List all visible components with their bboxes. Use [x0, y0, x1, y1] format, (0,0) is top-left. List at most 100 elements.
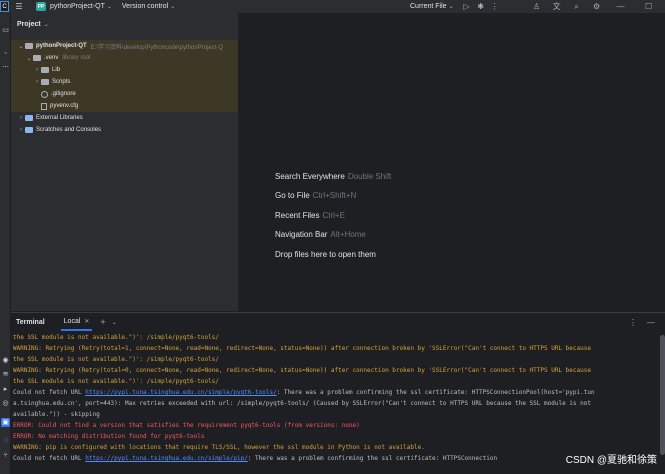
- settings-gear-icon[interactable]: ⚙: [590, 2, 604, 11]
- hint-label: Drop files here to open them: [275, 250, 376, 259]
- terminal-line: WARNING: pip is configured with location…: [13, 444, 425, 451]
- terminal-output[interactable]: the SSL module is not available.")': /si…: [13, 332, 659, 474]
- project-switcher[interactable]: pythonProject-QT: [50, 3, 105, 10]
- more-options-icon[interactable]: ⋮: [629, 318, 637, 327]
- tree-item-scripts[interactable]: › Scripts: [11, 76, 238, 88]
- minimize-icon[interactable]: —: [614, 2, 628, 11]
- search-icon[interactable]: ⌕: [570, 2, 584, 12]
- terminal-line: ERROR: Could not find a version that sat…: [13, 422, 360, 429]
- folder-icon: [33, 55, 41, 61]
- translate-icon[interactable]: 文: [550, 1, 564, 12]
- terminal-text: : There was a problem confirming the ssl…: [247, 455, 498, 462]
- hint-label: Recent Files: [275, 211, 320, 220]
- problems-icon[interactable]: ◎: [1, 399, 10, 408]
- vcs-widget[interactable]: Version control: [122, 3, 168, 10]
- tree-item-external-libraries[interactable]: › External Libraries: [11, 112, 238, 124]
- terminal-line: the SSL module is not available.")': /si…: [13, 356, 219, 363]
- git-icon[interactable]: ⑂: [1, 451, 10, 460]
- chevron-down-icon[interactable]: ⌄: [17, 43, 25, 50]
- folder-icon: [25, 43, 33, 49]
- more-icon[interactable]: ⋯: [1, 63, 10, 72]
- run-icon[interactable]: ▷: [460, 2, 474, 11]
- tree-item-pyvenv[interactable]: pyvenv.cfg: [11, 100, 238, 112]
- hint-go-to-file[interactable]: Go to File Ctrl+Shift+N: [275, 191, 356, 200]
- tree-item-project-root[interactable]: ⌄ pythonProject-QT E:\学习资料\develop\Pytho…: [11, 40, 238, 52]
- hint-drop-files: Drop files here to open them: [275, 250, 376, 259]
- tree-item-scratches[interactable]: › Scratches and Consoles: [11, 124, 238, 136]
- close-icon[interactable]: ✕: [84, 319, 89, 325]
- debug-icon[interactable]: ✱: [474, 2, 488, 11]
- chevron-down-icon[interactable]: ⌄: [112, 319, 117, 326]
- services-icon[interactable]: ◌: [1, 436, 10, 445]
- project-header[interactable]: Project ⌄: [11, 13, 238, 36]
- terminal-line: the SSL module is not available.")': /si…: [13, 334, 219, 341]
- library-icon: [25, 115, 33, 121]
- folder-icon: [41, 67, 49, 73]
- hint-recent-files[interactable]: Recent Files Ctrl+E: [275, 211, 345, 220]
- tree-item-note: library root: [62, 55, 91, 61]
- chevron-right-icon[interactable]: ›: [17, 115, 25, 121]
- hint-search-everywhere[interactable]: Search Everywhere Double Shift: [275, 172, 391, 181]
- terminal-title: Terminal: [16, 318, 45, 326]
- add-tab-icon[interactable]: +: [100, 317, 105, 327]
- tree-item-path: E:\学习资料\develop\Pythoncode\pythonProject…: [90, 44, 224, 51]
- run-config-selector[interactable]: Current File: [410, 3, 447, 10]
- watermark: CSDN @夏驰和徐策: [565, 455, 657, 466]
- editor-empty-state: Search Everywhere Double Shift Go to File…: [239, 13, 665, 311]
- tree-item-venv[interactable]: ⌄ .venv library root: [11, 52, 238, 64]
- chevron-down-icon[interactable]: ⌄: [44, 21, 49, 28]
- add-user-icon[interactable]: ♙: [530, 2, 544, 11]
- project-panel-title: Project: [17, 21, 41, 28]
- tree-item-label: pythonProject-QT: [36, 43, 87, 49]
- tree-item-label: Lib: [52, 67, 61, 73]
- maximize-icon[interactable]: ☐: [642, 2, 656, 11]
- chevron-down-icon[interactable]: ⌄: [170, 3, 175, 10]
- more-icon[interactable]: ⋮: [488, 2, 502, 11]
- hint-label: Search Everywhere: [275, 172, 345, 181]
- tab-local[interactable]: Local ✕: [60, 313, 93, 331]
- terminal-text: : There was a problem confirming the ssl…: [276, 389, 595, 396]
- chevron-down-icon[interactable]: ⌄: [449, 3, 454, 10]
- hint-label: Go to File: [275, 191, 310, 200]
- python-console-icon[interactable]: ▸: [1, 385, 10, 394]
- chevron-right-icon[interactable]: ›: [33, 79, 41, 85]
- terminal-line: ERROR: No matching distribution found fo…: [13, 433, 205, 440]
- structure-icon[interactable]: ◦: [1, 49, 10, 58]
- hide-panel-icon[interactable]: —: [647, 318, 655, 327]
- terminal-link[interactable]: https://pypi.tuna.tsinghua.edu.cn/simple…: [85, 389, 276, 396]
- chevron-down-icon[interactable]: ⌄: [25, 55, 33, 62]
- chevron-right-icon[interactable]: ›: [33, 67, 41, 73]
- hint-navigation-bar[interactable]: Navigation Bar Alt+Home: [275, 230, 366, 239]
- hint-shortcut: Ctrl+Shift+N: [312, 191, 357, 200]
- app-logo: C: [0, 1, 9, 12]
- tree-item-label: .gitignore: [51, 91, 76, 97]
- terminal-icon[interactable]: ▣: [1, 418, 10, 427]
- ignored-file-icon: [41, 90, 48, 98]
- folder-icon: [41, 79, 49, 85]
- tree-item-lib[interactable]: › Lib: [11, 64, 238, 76]
- folder-icon[interactable]: ▭: [1, 26, 10, 35]
- terminal-line: WARNING: Retrying (Retry(total=0, connec…: [13, 367, 591, 374]
- terminal-header: Terminal Local ✕ + ⌄ ⋮ —: [11, 313, 665, 331]
- hint-label: Navigation Bar: [275, 230, 328, 239]
- terminal-text: Could not fetch URL: [13, 455, 86, 462]
- hamburger-menu-icon[interactable]: ☰: [14, 2, 24, 12]
- terminal-scrollbar[interactable]: [660, 335, 665, 455]
- left-tool-stripe: ▭ ◦ ⋯ ◉ ≋ ▸ ◎ ▣ ◌ ⑂: [0, 13, 11, 474]
- hint-shortcut: Double Shift: [347, 172, 392, 181]
- chevron-right-icon[interactable]: ›: [17, 127, 25, 133]
- terminal-line: a.tsinghua.edu.cn', port=443): Max retri…: [13, 400, 591, 407]
- terminal-text: Could not fetch URL: [13, 389, 86, 396]
- file-icon: [41, 102, 47, 110]
- tree-item-gitignore[interactable]: .gitignore: [11, 88, 238, 100]
- project-tool-window: Project ⌄ ⌄ pythonProject-QT E:\学习资料\dev…: [11, 13, 238, 311]
- python-packages-icon[interactable]: ◉: [1, 356, 10, 365]
- layers-icon[interactable]: ≋: [1, 370, 10, 379]
- project-badge[interactable]: PP: [36, 2, 46, 11]
- terminal-line: WARNING: Retrying (Retry(total=1, connec…: [13, 345, 591, 352]
- tab-label: Local: [63, 318, 81, 325]
- terminal-line: Could not fetch URL https://pypi.tuna.ts…: [13, 387, 659, 398]
- terminal-link[interactable]: https://pypi.tuna.tsinghua.edu.cn/simple…: [85, 455, 248, 462]
- chevron-down-icon[interactable]: ⌄: [107, 3, 112, 10]
- tree-item-label: Scripts: [52, 79, 71, 85]
